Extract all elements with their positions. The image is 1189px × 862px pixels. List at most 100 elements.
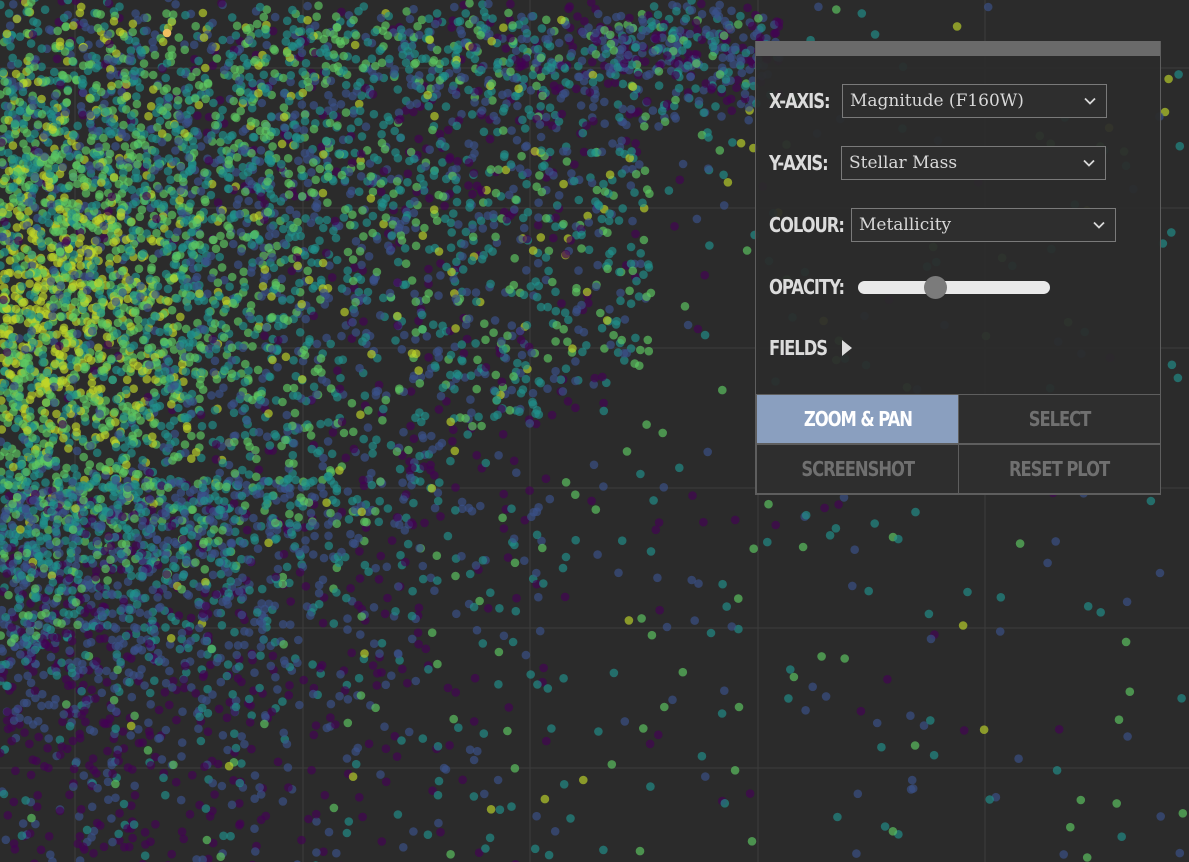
scatter-point	[76, 261, 85, 270]
scatter-point	[131, 306, 140, 316]
scatter-point	[251, 55, 260, 65]
scatter-point	[154, 705, 164, 715]
scatter-point	[774, 18, 784, 27]
scatter-point	[700, 270, 709, 280]
scatter-point	[273, 363, 282, 372]
scatter-point	[605, 170, 615, 179]
scatter-point	[157, 137, 167, 147]
scatter-point	[620, 717, 630, 726]
scatter-point	[276, 197, 286, 206]
scatter-point	[25, 279, 34, 289]
scatter-point	[153, 123, 162, 132]
scatter-point	[136, 351, 146, 360]
scatter-point	[349, 15, 358, 25]
scatter-point	[244, 35, 254, 45]
scatter-point	[288, 5, 297, 15]
scatter-point	[52, 409, 61, 419]
scatter-point	[283, 763, 293, 772]
scatter-point	[104, 795, 113, 804]
scatter-point	[238, 127, 248, 136]
scatter-point	[268, 651, 278, 661]
scatter-point	[421, 54, 431, 63]
scatter-point	[332, 255, 342, 265]
scatter-point	[447, 85, 457, 95]
scatter-point	[427, 628, 437, 637]
scatter-point	[229, 561, 238, 571]
scatter-point	[487, 36, 497, 46]
scatter-point	[113, 665, 122, 675]
scatter-point	[80, 706, 89, 716]
scatter-point	[467, 110, 477, 119]
scatter-point	[241, 359, 250, 369]
scatter-point	[512, 135, 522, 145]
scatter-point	[538, 91, 547, 101]
scatter-point	[504, 8, 513, 18]
scatter-point	[178, 209, 187, 218]
scatter-point	[235, 87, 245, 97]
scatter-point	[289, 383, 299, 393]
scatter-point	[392, 752, 402, 761]
scatter-point	[371, 507, 380, 516]
scatter-point	[324, 531, 333, 541]
plot-area[interactable]: X-AXIS: Magnitude (F160W) Y-AXIS: Stella…	[0, 0, 1189, 862]
scatter-point	[379, 199, 388, 208]
scatter-point	[545, 103, 555, 112]
scatter-point	[299, 675, 309, 685]
scatter-point	[398, 50, 408, 59]
scatter-point	[615, 25, 624, 34]
scatter-point	[107, 117, 116, 127]
scatter-point	[510, 558, 520, 568]
scatter-point	[300, 116, 310, 126]
scatter-point	[499, 23, 508, 32]
scatter-point	[210, 299, 220, 309]
scatter-point	[137, 48, 147, 57]
scatter-point	[63, 86, 73, 96]
scatter-point	[84, 60, 94, 69]
scatter-point	[142, 26, 151, 35]
scatter-point	[31, 481, 40, 490]
scatter-point	[102, 666, 111, 676]
scatter-point	[73, 202, 82, 211]
scatter-point	[636, 31, 646, 41]
scatter-point	[267, 312, 277, 322]
scatter-point	[279, 73, 288, 83]
scatter-point	[424, 264, 433, 274]
scatter-point	[617, 35, 627, 45]
scatter-point	[201, 94, 210, 104]
scatter-point	[697, 0, 706, 9]
scatter-point	[368, 211, 378, 221]
scatter-point	[436, 827, 445, 837]
scatter-point	[18, 819, 28, 828]
scatter-point	[153, 560, 163, 570]
scatter-point	[235, 65, 245, 74]
scatter-point	[211, 590, 221, 599]
scatter-point	[155, 327, 164, 337]
scatter-point	[200, 168, 209, 177]
scatter-point	[112, 650, 122, 659]
scatter-point	[73, 121, 82, 131]
scatter-point	[466, 395, 475, 404]
scatter-point	[256, 651, 265, 660]
scatter-point	[260, 265, 270, 274]
scatter-point	[64, 681, 73, 690]
scatter-point	[55, 548, 64, 558]
scatter-point	[47, 421, 56, 431]
scatter-point	[257, 584, 267, 594]
scatter-point	[339, 51, 349, 61]
scatter-point	[75, 856, 85, 862]
scatter-point	[291, 245, 301, 255]
scatter-point	[117, 129, 127, 139]
scatter-point	[106, 223, 116, 233]
scatter-point	[186, 199, 195, 208]
scatter-point	[717, 112, 726, 121]
scatter-point	[93, 127, 103, 136]
scatter-point	[33, 120, 43, 129]
scatter-point	[369, 603, 379, 612]
scatter-point	[288, 450, 298, 460]
scatter-point	[559, 89, 568, 99]
scatter-point	[606, 30, 615, 40]
scatter-point	[554, 38, 564, 48]
scatter-point	[40, 379, 50, 388]
scatter-point	[113, 581, 122, 590]
scatter-point	[372, 681, 382, 690]
